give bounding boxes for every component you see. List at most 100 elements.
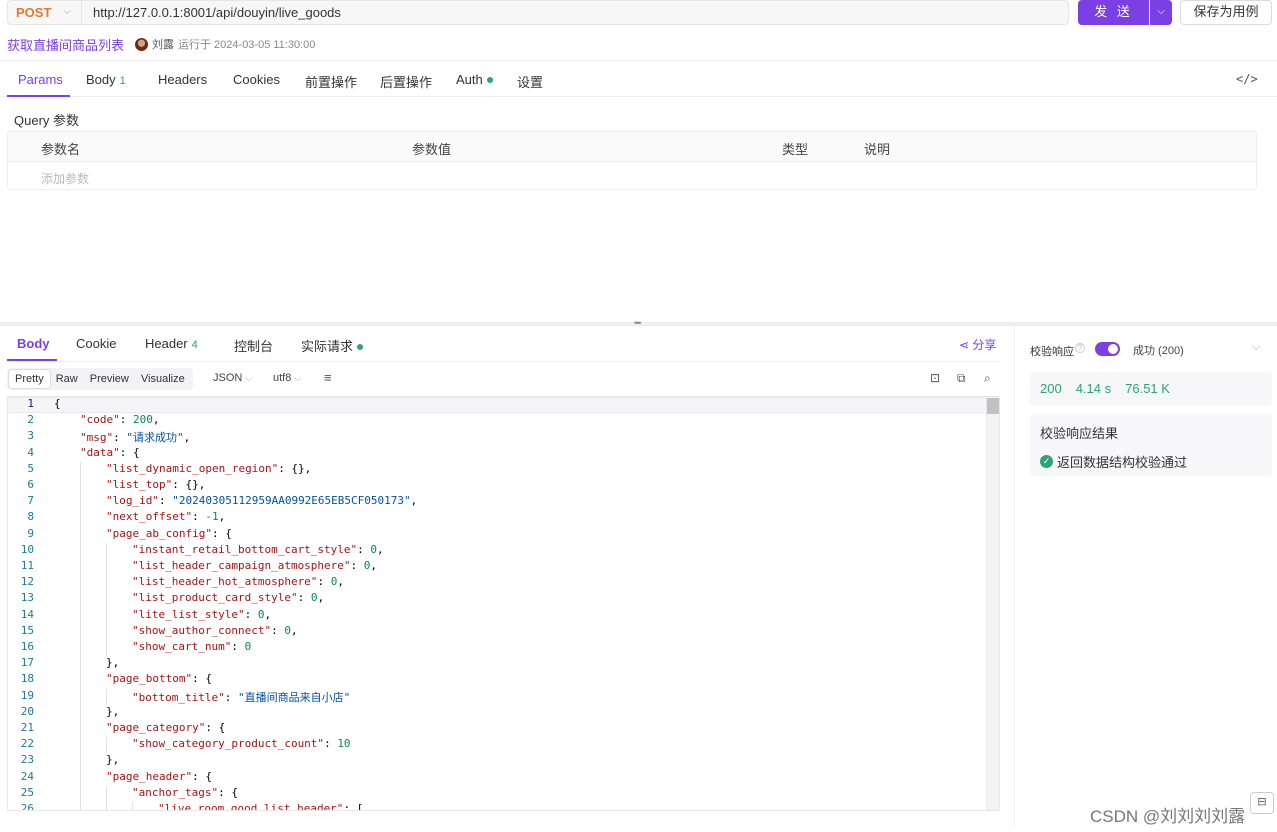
layout-toggle-icon[interactable]: ⊟ [1250,792,1274,814]
download-icon[interactable]: ⊡ [930,371,940,385]
code-icon[interactable]: </> [1236,72,1258,86]
copy-icon[interactable]: ⧉ [957,371,966,386]
word-wrap-icon[interactable]: ≡ [324,370,332,385]
code-token: , [152,413,160,427]
query-params-table: 参数名 参数值 类型 说明 添加参数 [7,131,1257,190]
code-token: : { [119,445,140,459]
tab-response-header[interactable]: Header 4 [145,336,198,351]
tab-pre-operation[interactable]: 前置操作 [305,72,357,91]
tab-body[interactable]: Body 1 [86,72,126,87]
code-line: "page_category": { [106,721,225,734]
format-value: JSON [213,372,243,384]
code-line: "page_ab_config": { [106,527,232,540]
line-number: 5 [27,461,34,475]
line-number: 11 [20,559,34,572]
share-button[interactable]: ⋖ 分享 [959,336,996,353]
send-options-button[interactable]: ⌵ [1150,0,1172,25]
indent-guide [80,478,81,495]
indent-guide [80,591,81,608]
code-token: "page_bottom" [106,672,193,686]
line-number: 18 [20,672,34,686]
view-mode-segment: Pretty Raw Preview Visualize [7,368,193,390]
view-preview[interactable]: Preview [84,370,135,388]
line-number: 2 [27,413,34,427]
indent-guide [106,802,107,810]
indent-guide [80,753,81,770]
indent-guide [106,785,107,802]
code-token: , [290,623,298,637]
code-line: "page_bottom": { [106,672,212,685]
code-token: }, [106,704,120,718]
vertical-scrollbar[interactable] [986,397,999,810]
line-number: 16 [20,640,34,653]
line-number: 22 [20,737,34,751]
tab-auth-label: Auth [456,72,483,87]
code-token: , [377,542,384,556]
view-pretty[interactable]: Pretty [9,370,50,388]
response-status-select[interactable]: 成功 (200) [1133,342,1184,358]
tab-settings[interactable]: 设置 [517,72,543,91]
code-token: "list_header_campaign_atmosphere" [132,559,351,572]
header-count-badge: 4 [191,339,198,351]
view-visualize[interactable]: Visualize [135,370,191,388]
code-token: }, [106,753,120,767]
code-line: { [54,397,61,410]
help-icon[interactable]: ? [1075,343,1085,353]
tab-response-cookie[interactable]: Cookie [76,336,116,351]
tab-params[interactable]: Params [18,72,63,87]
code-line: "list_top": {}, [106,478,205,491]
column-param-value: 参数值 [412,142,452,157]
tab-cookies[interactable]: Cookies [233,72,280,87]
search-icon[interactable]: ⌕ [984,371,991,386]
auth-status-dot [486,76,493,83]
column-description: 说明 [864,142,891,157]
code-line: "next_offset": -1, [106,510,225,523]
tab-actual-request-label: 实际请求 [301,339,354,354]
tab-auth[interactable]: Auth [456,72,493,87]
view-raw[interactable]: Raw [50,370,84,388]
tab-actual-request[interactable]: 实际请求 [301,336,364,355]
code-token: 0 [284,623,291,637]
response-code-editor[interactable]: 1{2 "code": 200, 3 "msg": "请求成功", 4 "data": {… [7,396,1000,811]
code-token: "next_offset" [106,510,193,524]
tab-console[interactable]: 控制台 [234,336,273,355]
code-line: "code": 200, [80,413,160,426]
code-token: : {}, [278,461,312,475]
run-info: 刘露 运行于 2024-03-05 11:30:00 [135,36,315,52]
indent-guide [80,526,81,543]
code-token: : {}, [172,478,206,491]
format-select[interactable]: JSON ⌵ [213,372,252,384]
indent-guide [80,559,81,576]
tab-post-operation[interactable]: 后置操作 [380,72,432,91]
code-token: "page_category" [106,721,206,734]
method-label: POST [16,5,52,20]
indent-guide [106,737,107,754]
avatar [135,37,148,51]
code-token: "data" [80,445,120,459]
code-token: 10 [337,737,351,751]
indent-guide [80,769,81,786]
code-line: "log_id": "20240305112959AA0992E65EB5CF0… [106,494,417,507]
validate-response-label: 校验响应 [1030,346,1074,358]
save-as-case-button[interactable]: 保存为用例 [1180,0,1272,25]
code-line: "list_header_hot_atmosphere": 0, [132,575,344,588]
tab-headers[interactable]: Headers [158,72,207,87]
send-button[interactable]: 发 送 [1078,0,1149,25]
active-tab-indicator [7,95,70,97]
indent-guide [106,688,107,705]
indent-guide [80,510,81,527]
code-line: "anchor_tags": { [132,786,238,799]
case-name-link[interactable]: 获取直播间商品列表 [7,35,124,54]
encoding-select[interactable]: utf8 ⌵ [273,372,301,384]
code-token: "list_dynamic_open_region" [106,461,279,475]
url-input[interactable]: http://127.0.0.1:8001/api/douyin/live_go… [81,0,1069,25]
code-line: "show_category_product_count": 10 [132,737,351,750]
scrollbar-thumb[interactable] [987,398,999,414]
tab-response-body[interactable]: Body [17,336,50,351]
method-select[interactable]: POST ⌵ [7,0,81,25]
indent-guide [80,721,81,738]
indent-guide [80,494,81,511]
code-token: : [158,494,173,508]
chevron-down-icon[interactable]: ⌵ [1252,341,1260,354]
add-param-input[interactable]: 添加参数 [41,170,89,187]
